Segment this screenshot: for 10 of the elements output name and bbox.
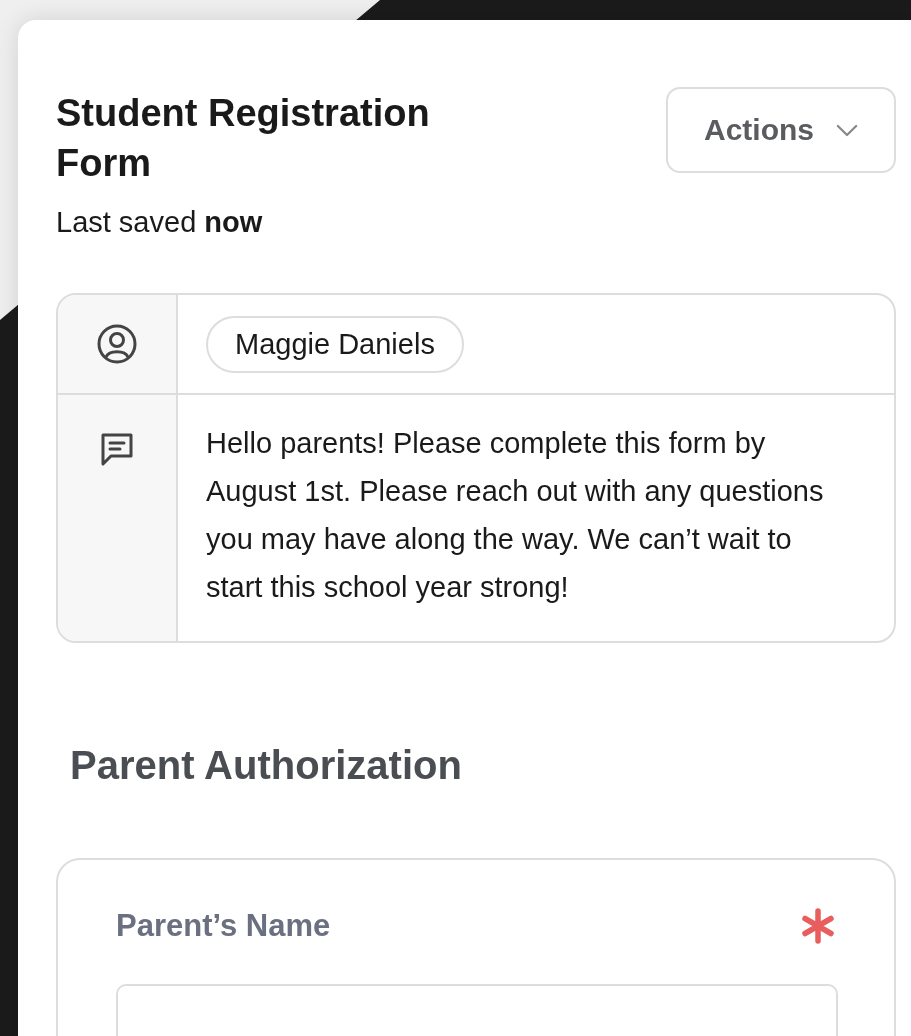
input-field[interactable]	[116, 984, 838, 1036]
user-icon	[97, 324, 137, 364]
field-label: Parent’s Name	[116, 908, 331, 944]
section-title: Parent Authorization	[70, 743, 463, 788]
form-title: Student Registration Form	[56, 91, 431, 186]
chevron-down-icon	[836, 123, 858, 137]
message-text: Hello parents! Please complete this form by August 1st. Please reach out with any questions you may have along the way. We can’t wait to start this school year strong!	[206, 426, 825, 605]
last-saved-text: Last saved now	[56, 206, 264, 239]
actions-button[interactable]: Actions	[666, 87, 896, 173]
author-chip: Maggie Daniels	[206, 315, 464, 373]
